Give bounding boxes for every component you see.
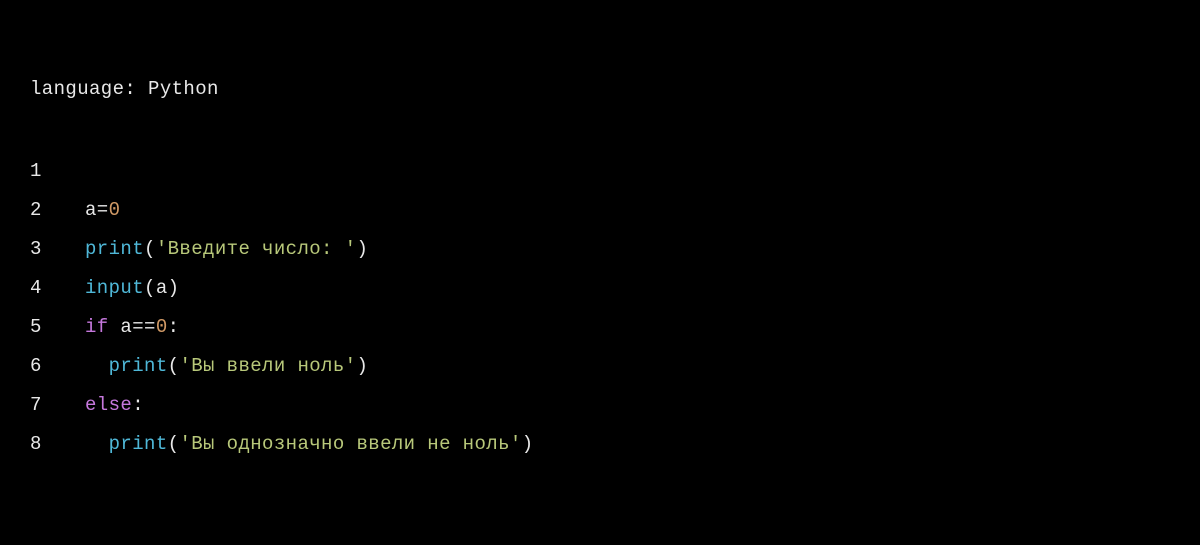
code-token: if <box>85 316 109 338</box>
code-line[interactable]: 5if a==0: <box>30 308 1170 347</box>
code-token: 0 <box>109 199 121 221</box>
code-line[interactable]: 1 <box>30 152 1170 191</box>
line-number: 5 <box>30 308 85 347</box>
line-number: 6 <box>30 347 85 386</box>
code-token: ) <box>356 238 368 260</box>
code-line[interactable]: 6 print('Вы ввели ноль') <box>30 347 1170 386</box>
code-token: ) <box>356 355 368 377</box>
code-token: a= <box>85 199 109 221</box>
code-token: print <box>85 238 144 260</box>
code-line[interactable]: 8 print('Вы однозначно ввели не ноль') <box>30 425 1170 464</box>
code-token: 'Введите число: ' <box>156 238 357 260</box>
code-content[interactable]: print('Вы ввели ноль') <box>85 347 368 386</box>
code-token: : <box>168 316 180 338</box>
line-number: 8 <box>30 425 85 464</box>
code-token: ( <box>168 433 180 455</box>
code-token: ( <box>168 355 180 377</box>
line-number: 2 <box>30 191 85 230</box>
language-header: language: Python <box>30 78 1170 100</box>
code-token <box>85 355 109 377</box>
code-token: 'Вы ввели ноль' <box>179 355 356 377</box>
line-number: 7 <box>30 386 85 425</box>
line-number: 3 <box>30 230 85 269</box>
code-area[interactable]: 12a=03print('Введите число: ')4input(a)5… <box>30 152 1170 464</box>
code-line[interactable]: 7else: <box>30 386 1170 425</box>
code-token: input <box>85 277 144 299</box>
code-content[interactable]: if a==0: <box>85 308 179 347</box>
code-line[interactable]: 2a=0 <box>30 191 1170 230</box>
code-token: : <box>132 394 144 416</box>
code-token: print <box>109 355 168 377</box>
code-token: 'Вы однозначно ввели не ноль' <box>179 433 521 455</box>
code-content[interactable]: print('Вы однозначно ввели не ноль') <box>85 425 534 464</box>
code-content[interactable]: print('Введите число: ') <box>85 230 368 269</box>
code-line[interactable]: 4input(a) <box>30 269 1170 308</box>
code-token: 0 <box>156 316 168 338</box>
language-label: language: <box>30 78 148 100</box>
code-token: else <box>85 394 132 416</box>
code-editor: language: Python 12a=03print('Введите чи… <box>0 0 1200 494</box>
line-number: 4 <box>30 269 85 308</box>
language-value: Python <box>148 78 219 100</box>
code-content[interactable]: a=0 <box>85 191 120 230</box>
code-line[interactable]: 3print('Введите число: ') <box>30 230 1170 269</box>
code-token: a== <box>109 316 156 338</box>
code-token <box>85 433 109 455</box>
code-token: ( <box>144 238 156 260</box>
code-token: (a) <box>144 277 179 299</box>
code-token: ) <box>522 433 534 455</box>
code-token: print <box>109 433 168 455</box>
code-content[interactable]: else: <box>85 386 144 425</box>
line-number: 1 <box>30 152 85 191</box>
code-content[interactable]: input(a) <box>85 269 179 308</box>
